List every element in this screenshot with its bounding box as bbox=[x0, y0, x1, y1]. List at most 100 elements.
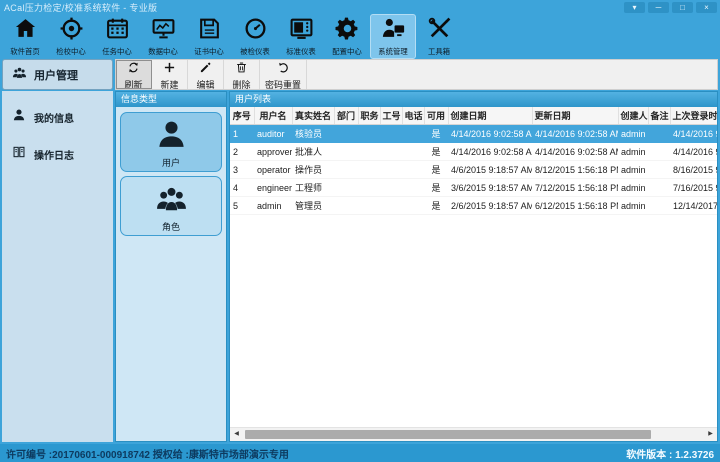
table-cell bbox=[358, 125, 380, 143]
action-button-label: 密码重置 bbox=[265, 80, 301, 90]
column-header[interactable]: 创建人 bbox=[618, 107, 648, 125]
sidebar: 我的信息 操作日志 bbox=[2, 91, 113, 442]
toolbar-item-label: 任务中心 bbox=[102, 47, 131, 55]
table-cell: admin bbox=[618, 197, 648, 215]
refresh-icon bbox=[127, 61, 140, 79]
card-user[interactable]: 用户 bbox=[120, 112, 222, 172]
table-row[interactable]: 1auditor核验员是4/14/2016 9:02:58 AM4/14/201… bbox=[230, 125, 717, 143]
column-header[interactable]: 更新日期 bbox=[532, 107, 618, 125]
table-cell: 3 bbox=[230, 161, 254, 179]
table-cell: 是 bbox=[424, 197, 448, 215]
table-cell bbox=[402, 179, 424, 197]
sidebar-item-my-info[interactable]: 我的信息 bbox=[2, 103, 113, 132]
toolbar-item-task-center[interactable]: 任务中心 bbox=[94, 14, 140, 59]
table-row[interactable]: 3operator操作员是4/6/2015 9:18:57 AM8/12/201… bbox=[230, 161, 717, 179]
toolbar-item-certificate-center[interactable]: 证书中心 bbox=[186, 14, 232, 59]
subheader: 用户管理 刷新 新建 编辑 删除 密码重置 bbox=[0, 59, 720, 90]
user-icon bbox=[155, 118, 188, 156]
table-cell bbox=[648, 125, 670, 143]
action-button-label: 新建 bbox=[160, 80, 178, 90]
table-row[interactable]: 4engineer工程师是3/6/2015 9:18:57 AM7/12/201… bbox=[230, 179, 717, 197]
table-cell: 是 bbox=[424, 125, 448, 143]
group-icon bbox=[155, 182, 188, 220]
license-text: 许可编号 :20170601-000918742 授权给 :康斯特市场部演示专用 bbox=[6, 446, 289, 461]
edit-button[interactable]: 编辑 bbox=[188, 60, 224, 89]
table-cell bbox=[380, 143, 402, 161]
scrollbar-thumb[interactable] bbox=[245, 430, 651, 439]
minimize-icon[interactable]: ─ bbox=[648, 2, 669, 13]
toolbar-item-label: 证书中心 bbox=[194, 47, 223, 55]
home-icon bbox=[13, 16, 38, 46]
calibration-target-icon bbox=[59, 16, 84, 46]
statusbar: 许可编号 :20170601-000918742 授权给 :康斯特市场部演示专用… bbox=[0, 444, 720, 462]
maximize-icon[interactable]: □ bbox=[672, 2, 693, 13]
table-cell bbox=[334, 161, 358, 179]
password-reset-button[interactable]: 密码重置 bbox=[260, 60, 307, 89]
plus-icon bbox=[163, 61, 176, 79]
theme-icon[interactable]: ▾ bbox=[624, 2, 645, 13]
h-scrollbar[interactable]: ◀ ▶ bbox=[230, 427, 717, 441]
toolbar-item-dut-instruments[interactable]: 被检仪表 bbox=[232, 14, 278, 59]
table-cell: 2/6/2015 9:18:57 AM bbox=[448, 197, 532, 215]
refresh-button[interactable]: 刷新 bbox=[116, 60, 152, 89]
gear-icon bbox=[335, 16, 360, 46]
action-button-label: 编辑 bbox=[196, 80, 214, 90]
version-text: 软件版本 : 1.2.3726 bbox=[626, 446, 714, 461]
reset-icon bbox=[277, 61, 290, 79]
column-header[interactable]: 创建日期 bbox=[448, 107, 532, 125]
new-button[interactable]: 新建 bbox=[152, 60, 188, 89]
toolbar-item-home[interactable]: 软件首页 bbox=[2, 14, 48, 59]
delete-button[interactable]: 删除 bbox=[224, 60, 260, 89]
column-header[interactable]: 工号 bbox=[380, 107, 402, 125]
table-cell bbox=[648, 197, 670, 215]
table-cell: approver bbox=[254, 143, 292, 161]
toolbar-item-label: 标准仪表 bbox=[286, 47, 315, 55]
toolbar-item-standard-instruments[interactable]: 标准仪表 bbox=[278, 14, 324, 59]
column-header[interactable]: 上次登录时间 bbox=[670, 107, 717, 125]
toolbar-item-calibration-center[interactable]: 检校中心 bbox=[48, 14, 94, 59]
sidebar-item-label: 我的信息 bbox=[34, 110, 74, 125]
table-row[interactable]: 2approver批准人是4/14/2016 9:02:58 AM4/14/20… bbox=[230, 143, 717, 161]
table-cell: 4/14/2016 9:0 bbox=[670, 125, 717, 143]
table-cell: 是 bbox=[424, 161, 448, 179]
module-title-user-management: 用户管理 bbox=[2, 59, 113, 90]
column-header[interactable]: 用户名 bbox=[254, 107, 292, 125]
column-header[interactable]: 可用 bbox=[424, 107, 448, 125]
table-row[interactable]: 5admin管理员是2/6/2015 9:18:57 AM6/12/2015 1… bbox=[230, 197, 717, 215]
table-cell: 操作员 bbox=[292, 161, 334, 179]
table-cell: 1 bbox=[230, 125, 254, 143]
table-cell: admin bbox=[618, 143, 648, 161]
toolbar-item-data-center[interactable]: 数据中心 bbox=[140, 14, 186, 59]
card-role[interactable]: 角色 bbox=[120, 176, 222, 236]
table-cell: 3/6/2015 9:18:57 AM bbox=[448, 179, 532, 197]
user-table: 序号用户名真实姓名部门职务工号电话可用创建日期更新日期创建人备注上次登录时间1a… bbox=[230, 107, 717, 215]
scroll-right-arrow-icon[interactable]: ▶ bbox=[704, 428, 717, 441]
scroll-left-arrow-icon[interactable]: ◀ bbox=[230, 428, 243, 441]
table-cell bbox=[402, 197, 424, 215]
column-header[interactable]: 部门 bbox=[334, 107, 358, 125]
column-header[interactable]: 电话 bbox=[402, 107, 424, 125]
toolbar-item-label: 工具箱 bbox=[428, 47, 450, 55]
toolbar-item-toolbox[interactable]: 工具箱 bbox=[416, 14, 462, 59]
action-button-label: 刷新 bbox=[124, 80, 142, 90]
table-cell: 2 bbox=[230, 143, 254, 161]
app-title: ACal压力检定/校准系统软件 - 专业版 bbox=[4, 1, 157, 14]
person-icon bbox=[12, 108, 26, 127]
close-icon[interactable]: × bbox=[696, 2, 717, 13]
tools-icon bbox=[427, 16, 452, 46]
toolbar-item-config-center[interactable]: 配置中心 bbox=[324, 14, 370, 59]
info-type-cards: 用户 角色 bbox=[116, 107, 226, 241]
column-header[interactable]: 职务 bbox=[358, 107, 380, 125]
toolbar-item-system-management[interactable]: 系统管理 bbox=[370, 14, 416, 59]
scrollbar-track[interactable] bbox=[243, 428, 704, 441]
table-cell: 4 bbox=[230, 179, 254, 197]
card-label: 用户 bbox=[162, 156, 180, 169]
column-header[interactable]: 备注 bbox=[648, 107, 670, 125]
table-cell: admin bbox=[618, 161, 648, 179]
group-icon bbox=[12, 65, 27, 85]
sidebar-item-operation-log[interactable]: 操作日志 bbox=[2, 140, 113, 169]
column-header[interactable]: 序号 bbox=[230, 107, 254, 125]
table-cell: 4/14/2016 9:02:58 AM bbox=[532, 143, 618, 161]
main-area: 我的信息 操作日志 信息类型 用户 角色 用户列表 序号用户名真实姓名部门职务工… bbox=[0, 90, 720, 444]
column-header[interactable]: 真实姓名 bbox=[292, 107, 334, 125]
